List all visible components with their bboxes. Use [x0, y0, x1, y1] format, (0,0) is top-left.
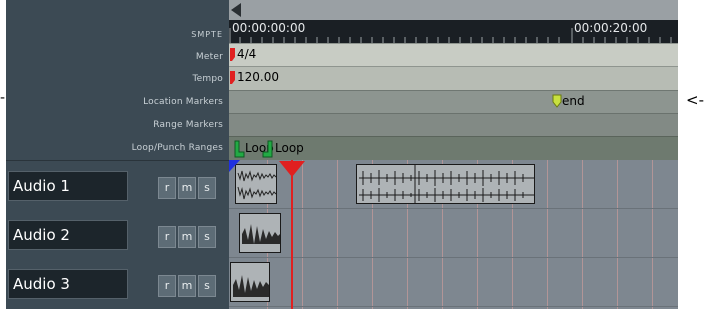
solo-button[interactable]: s: [198, 177, 216, 199]
track-lane-audio-3[interactable]: [229, 258, 678, 307]
solo-button[interactable]: s: [198, 275, 216, 297]
left-scroll-arrow[interactable]: -: [0, 90, 5, 106]
loop-punch-ruler[interactable]: Loop Loop: [229, 136, 678, 160]
loop-end-marker-icon[interactable]: [262, 140, 274, 158]
right-scroll-arrow[interactable]: <-: [686, 91, 704, 109]
range-markers-ruler[interactable]: [229, 113, 678, 136]
end-marker-icon[interactable]: [552, 94, 562, 108]
track-header-audio-1[interactable]: Audio 1 r m s: [6, 162, 229, 210]
tempo-ruler[interactable]: 120.00: [229, 66, 678, 90]
meter-marker-icon[interactable]: [229, 48, 237, 62]
editor-window: - SMPTE Meter Tempo Location Markers Ran…: [0, 0, 712, 309]
audio-region[interactable]: [239, 213, 281, 253]
playhead-line[interactable]: [291, 160, 293, 309]
track-name-field[interactable]: Audio 2: [8, 220, 128, 250]
audio-region[interactable]: [356, 164, 535, 204]
track-name-field[interactable]: Audio 1: [8, 171, 128, 201]
location-markers-label: Location Markers: [143, 97, 223, 107]
mute-button[interactable]: m: [178, 275, 196, 297]
waveform: [233, 275, 269, 297]
scroll-arrow-icon[interactable]: [229, 0, 249, 20]
waveform: [237, 170, 276, 200]
timecode-20s: 00:00:20:00: [574, 21, 648, 35]
meter-value: 4/4: [237, 47, 257, 61]
loop-punch-ranges-label: Loop/Punch Ranges: [131, 143, 223, 153]
audio-region[interactable]: [235, 164, 277, 204]
solo-button[interactable]: s: [198, 226, 216, 248]
mute-button[interactable]: m: [178, 226, 196, 248]
meter-ruler[interactable]: 4/4: [229, 43, 678, 66]
track-header-audio-2[interactable]: Audio 2 r m s: [6, 211, 229, 259]
tempo-value: 120.00: [237, 70, 279, 84]
ruler-top-strip: [229, 0, 678, 20]
loop-start-marker-icon[interactable]: [233, 140, 245, 158]
timeline-rulers: 00:00:00:00 00:00:20:00 4/4 120.00 end L…: [229, 0, 678, 160]
loop-start-flag-icon: [229, 160, 240, 172]
location-markers-ruler[interactable]: end: [229, 90, 678, 113]
record-button[interactable]: r: [158, 275, 176, 297]
range-markers-label: Range Markers: [153, 120, 223, 130]
tempo-ruler-label: Tempo: [192, 74, 223, 84]
track-lane-audio-2[interactable]: [229, 209, 678, 258]
waveform: [242, 224, 280, 244]
track-canvas[interactable]: [229, 160, 678, 309]
tempo-marker-icon[interactable]: [229, 71, 237, 85]
track-name-field[interactable]: Audio 3: [8, 269, 128, 299]
loop-end-label: Loop: [275, 141, 304, 155]
mute-button[interactable]: m: [178, 177, 196, 199]
meter-ruler-label: Meter: [195, 52, 223, 62]
timecode-start: 00:00:00:00: [232, 21, 306, 35]
smpte-ruler-label: SMPTE: [191, 30, 223, 39]
track-header-audio-3[interactable]: Audio 3 r m s: [6, 260, 229, 308]
smpte-ruler[interactable]: 00:00:00:00 00:00:20:00: [229, 20, 678, 43]
record-button[interactable]: r: [158, 226, 176, 248]
audio-region[interactable]: [230, 262, 270, 302]
playhead-icon[interactable]: [278, 160, 306, 178]
waveform: [359, 165, 534, 203]
end-marker-label: end: [562, 94, 585, 108]
record-button[interactable]: r: [158, 177, 176, 199]
